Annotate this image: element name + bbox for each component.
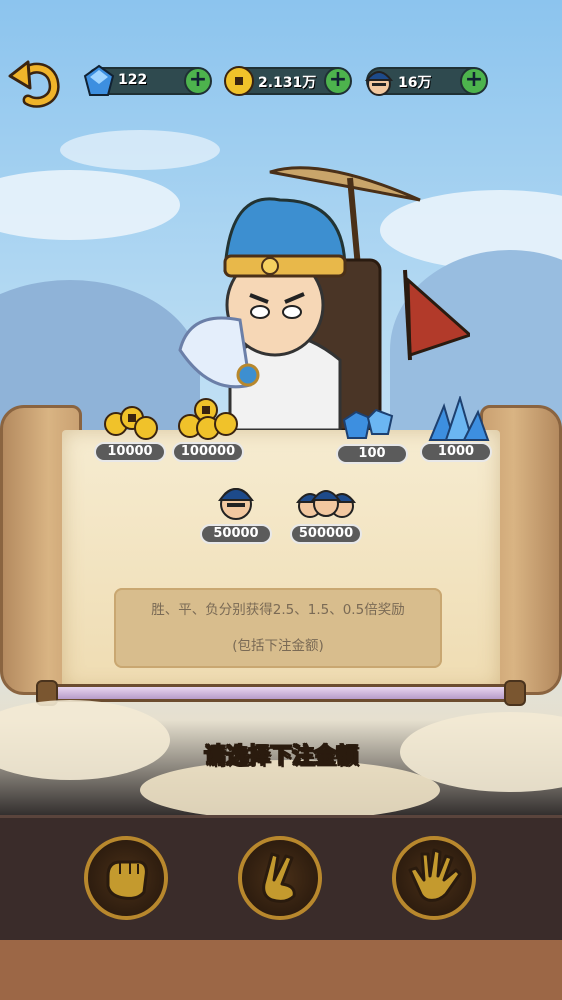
odds-info-note: (包括下注金额) (232, 638, 324, 654)
gem-icon (83, 64, 115, 96)
rock-button[interactable] (84, 836, 168, 920)
coin-count: 2.131万 (258, 75, 317, 91)
paper-button[interactable] (392, 836, 476, 920)
soldier-count: 16万 (398, 75, 432, 91)
gem-pile-large-icon (428, 396, 490, 441)
add-soldiers-button[interactable]: + (460, 67, 488, 95)
scroll-rod (40, 684, 522, 702)
scissors-button[interactable] (238, 836, 322, 920)
gem-pile-small-icon (342, 408, 394, 439)
gem-count: 122 (118, 72, 148, 88)
soldier-group-icon (295, 490, 357, 518)
bet-amount-label: 50000 (200, 524, 272, 544)
soldier-icon (364, 71, 394, 96)
coin-pile-small-icon (104, 406, 158, 440)
bet-amount-label: 100000 (172, 442, 244, 462)
add-coins-button[interactable]: + (324, 67, 352, 95)
coin-counter: 2.131万 + (224, 66, 352, 96)
scissors-hand-icon (262, 852, 296, 903)
bet-amount-label: 10000 (94, 442, 166, 462)
paper-hand-icon (408, 848, 462, 902)
scroll-rod-cap-right (504, 680, 526, 706)
bet-option-soldiers-50000[interactable]: 50000 (200, 478, 272, 544)
bet-option-coins-10000[interactable]: 10000 (94, 400, 166, 464)
bet-option-soldiers-500000[interactable]: 500000 (290, 478, 362, 544)
bet-amount-label: 1000 (420, 442, 492, 462)
add-gems-button[interactable]: + (184, 67, 212, 95)
bet-option-coins-100000[interactable]: 100000 (172, 396, 244, 464)
bet-amount-label: 500000 (290, 524, 362, 544)
bet-option-gems-100[interactable]: 100 (336, 404, 408, 464)
bet-amount-label: 100 (336, 444, 408, 464)
coin-pile-large-icon (178, 398, 238, 440)
coin-icon (224, 66, 254, 96)
odds-info-text: 胜、平、负分别获得2.5、1.5、0.5倍奖励 (151, 602, 405, 618)
rock-fist-icon (106, 860, 148, 900)
select-bet-prompt: 请选择下注金额 (203, 744, 358, 770)
back-arrow-icon[interactable] (8, 56, 62, 110)
bottom-strip (0, 940, 562, 1000)
soldier-counter: 16万 + (364, 67, 488, 96)
bet-option-gems-1000[interactable]: 1000 (420, 396, 492, 464)
gem-counter: 122 + (83, 64, 212, 96)
soldier-head-icon (218, 488, 254, 520)
